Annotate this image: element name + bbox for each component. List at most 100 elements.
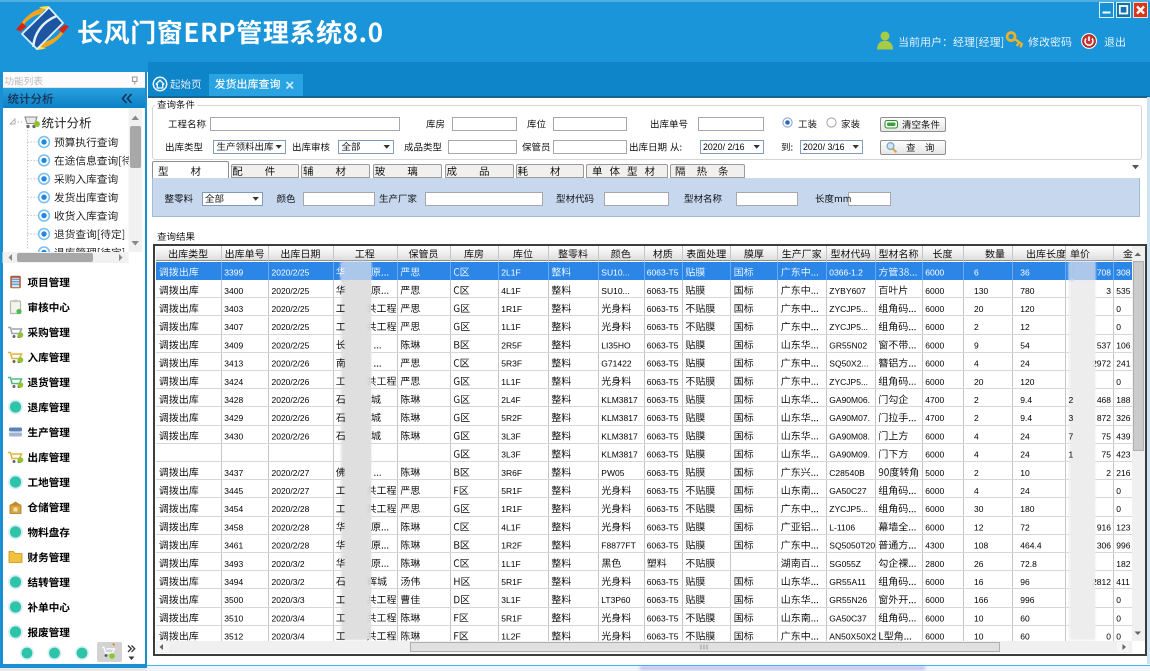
svg-text:2020/2/28: 2020/2/28 [272, 522, 310, 532]
svg-text:6063-T5: 6063-T5 [647, 632, 679, 642]
svg-text:ZYCJP5...: ZYCJP5... [829, 377, 868, 387]
svg-text:306: 306 [1097, 541, 1111, 551]
svg-text:3: 3 [1106, 286, 1111, 296]
svg-text:AN50X50X2: AN50X50X2 [829, 632, 876, 642]
svg-text:6063-T5: 6063-T5 [647, 340, 679, 350]
svg-text:2020/2/25: 2020/2/25 [272, 286, 310, 296]
svg-text:0: 0 [1116, 504, 1121, 514]
svg-text:182: 182 [1116, 559, 1130, 569]
svg-text:0: 0 [1116, 632, 1121, 642]
svg-text:872: 872 [1097, 413, 1111, 423]
svg-text:ZYCJP5...: ZYCJP5... [829, 322, 868, 332]
svg-text:2020/2/28: 2020/2/28 [272, 504, 310, 514]
svg-text:996: 996 [1116, 541, 1130, 551]
svg-text:6063-T5: 6063-T5 [647, 486, 679, 496]
svg-text:KLM3817: KLM3817 [601, 395, 638, 405]
svg-text:6063-T5: 6063-T5 [647, 359, 679, 369]
svg-text:60: 60 [1020, 632, 1030, 642]
svg-text:6063-T5: 6063-T5 [647, 613, 679, 623]
svg-text:GA90M06.: GA90M06. [829, 395, 870, 405]
svg-text:166: 166 [974, 595, 988, 605]
svg-text:6000: 6000 [925, 377, 944, 387]
svg-text:30: 30 [974, 504, 984, 514]
svg-text:12: 12 [974, 522, 984, 532]
svg-text:0: 0 [1116, 486, 1121, 496]
svg-text:1: 1 [1069, 450, 1074, 460]
svg-text:6063-T5: 6063-T5 [647, 504, 679, 514]
svg-text:5R1F: 5R1F [501, 613, 522, 623]
svg-text:5000: 5000 [925, 468, 944, 478]
svg-text:24: 24 [1020, 450, 1030, 460]
svg-text:6063-T5: 6063-T5 [647, 468, 679, 478]
svg-text:3399: 3399 [224, 268, 243, 278]
svg-text:GA90M08.: GA90M08. [829, 431, 870, 441]
svg-text:75: 75 [1102, 450, 1112, 460]
svg-text:2020/3/4: 2020/3/4 [272, 613, 305, 623]
svg-text:1R1F: 1R1F [501, 504, 522, 514]
svg-text:411: 411 [1116, 577, 1130, 587]
svg-text:2020/2/27: 2020/2/27 [272, 486, 310, 496]
svg-text:LI35HO: LI35HO [601, 340, 631, 350]
svg-text:3500: 3500 [224, 595, 243, 605]
svg-text:SQ5050T20: SQ5050T20 [829, 541, 875, 551]
svg-text:6063-T5: 6063-T5 [647, 413, 679, 423]
svg-text:75: 75 [1102, 431, 1112, 441]
svg-text:GR55A11: GR55A11 [829, 577, 866, 587]
svg-text:2020/2/25: 2020/2/25 [272, 268, 310, 278]
svg-text:2020/2/25: 2020/2/25 [272, 340, 310, 350]
svg-text:3L3F: 3L3F [501, 450, 520, 460]
svg-text:0: 0 [1116, 322, 1121, 332]
svg-text:6000: 6000 [925, 522, 944, 532]
svg-text:GA50C27: GA50C27 [829, 486, 867, 496]
svg-text:ZYCJP5...: ZYCJP5... [829, 504, 868, 514]
svg-text:3461: 3461 [224, 541, 243, 551]
svg-text:0: 0 [1116, 613, 1121, 623]
svg-text:60: 60 [1020, 613, 1030, 623]
svg-text:3510: 3510 [224, 613, 243, 623]
svg-text:3409: 3409 [224, 340, 243, 350]
svg-text:6063-T5: 6063-T5 [647, 541, 679, 551]
svg-text:KLM3817: KLM3817 [601, 450, 638, 460]
svg-text:3403: 3403 [224, 304, 243, 314]
svg-text:4L1F: 4L1F [501, 286, 520, 296]
svg-text:SQ50X2...: SQ50X2... [829, 359, 868, 369]
svg-text:6063-T5: 6063-T5 [647, 377, 679, 387]
svg-text:3430: 3430 [224, 431, 243, 441]
svg-text:2020/2/26: 2020/2/26 [272, 395, 310, 405]
svg-text:0: 0 [1106, 632, 1111, 642]
svg-text:2: 2 [974, 413, 979, 423]
svg-text:0: 0 [1116, 595, 1121, 605]
svg-text:6000: 6000 [925, 504, 944, 514]
svg-text:20: 20 [974, 377, 984, 387]
svg-text:2800: 2800 [925, 559, 944, 569]
svg-text:2020/3/4: 2020/3/4 [272, 632, 305, 642]
svg-text:LT3P60: LT3P60 [601, 595, 630, 605]
svg-text:916: 916 [1097, 522, 1111, 532]
svg-text:3424: 3424 [224, 377, 243, 387]
svg-text:6063-T5: 6063-T5 [647, 322, 679, 332]
svg-text:20: 20 [974, 304, 984, 314]
svg-text:6063-T5: 6063-T5 [647, 286, 679, 296]
svg-text:2020/2/26: 2020/2/26 [272, 431, 310, 441]
svg-text:535: 535 [1116, 286, 1130, 296]
svg-text:3407: 3407 [224, 322, 243, 332]
svg-text:G71422: G71422 [601, 359, 632, 369]
svg-text:4700: 4700 [925, 413, 944, 423]
svg-text:2L1F: 2L1F [501, 268, 520, 278]
svg-text:72: 72 [1020, 522, 1030, 532]
svg-text:6000: 6000 [925, 340, 944, 350]
svg-text:GR55N26: GR55N26 [829, 595, 867, 605]
svg-text:4700: 4700 [925, 395, 944, 405]
svg-text:3458: 3458 [224, 522, 243, 532]
svg-text:326: 326 [1116, 413, 1130, 423]
svg-text:439: 439 [1116, 431, 1130, 441]
svg-text:6063-T5: 6063-T5 [647, 304, 679, 314]
svg-text:6000: 6000 [925, 595, 944, 605]
svg-text:2020/3/2: 2020/3/2 [272, 559, 305, 569]
svg-text:2L4F: 2L4F [501, 395, 520, 405]
svg-text:3428: 3428 [224, 395, 243, 405]
svg-text:SU10...: SU10... [601, 268, 629, 278]
svg-text:6000: 6000 [925, 450, 944, 460]
svg-text:F8877FT: F8877FT [601, 541, 636, 551]
svg-text:4: 4 [974, 450, 979, 460]
